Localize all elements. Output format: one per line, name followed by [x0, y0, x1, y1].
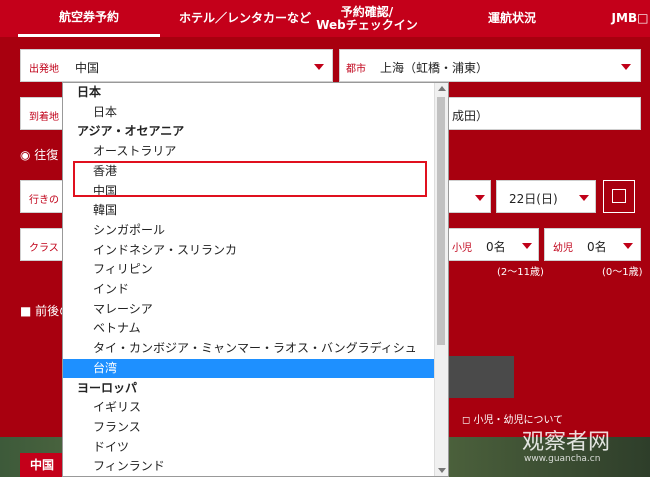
chevron-down-icon	[621, 64, 631, 70]
dropdown-option[interactable]: 日本	[63, 103, 448, 122]
dropdown-scrollbar[interactable]	[434, 83, 448, 476]
scroll-up-icon[interactable]	[438, 86, 446, 91]
top-tab-bar: 航空券予約 ホテル／レンタカーなど 予約確認/ Webチェックイン 運航状況 J…	[0, 0, 650, 37]
city-label: 都市	[346, 64, 366, 75]
bottom-badge: 中国	[20, 453, 64, 477]
highlight-annotation-box	[73, 161, 427, 197]
dropdown-option[interactable]: フィリピン	[63, 260, 448, 279]
city-value: 上海（虹橋・浦東）	[380, 61, 489, 75]
tab-hotel-rentacar[interactable]: ホテル／レンタカーなど	[160, 0, 330, 37]
dropdown-option[interactable]: ベトナム	[63, 319, 448, 338]
dropdown-option[interactable]: オーストラリア	[63, 142, 448, 161]
tab-flight-booking[interactable]: 航空券予約	[18, 0, 160, 37]
origin-label: 出発地	[29, 64, 59, 75]
dropdown-group-header: 日本	[77, 85, 102, 99]
watermark-sub: www.guancha.cn	[524, 454, 601, 464]
tab-flight-status[interactable]: 運航状況	[462, 0, 562, 37]
dropdown-group-header: ヨーロッパ	[77, 380, 138, 395]
outbound-day-select[interactable]: 22日(日)	[496, 180, 596, 213]
chevron-down-icon	[579, 195, 589, 201]
destination-label: 到着地	[29, 112, 59, 123]
tab-booking-checkin[interactable]: 予約確認/ Webチェックイン	[312, 0, 422, 37]
dropdown-option[interactable]: タイ・カンボジア・ミャンマー・ラオス・バングラディシュ	[63, 339, 448, 358]
dropdown-option[interactable]: マレーシア	[63, 300, 448, 319]
dropdown-option[interactable]: インドネシア・スリランカ	[63, 241, 448, 260]
watermark-main: 观察者网	[522, 430, 611, 455]
calendar-icon	[612, 189, 626, 203]
dropdown-option[interactable]: 韓国	[63, 201, 448, 220]
date-value: 22日(日)	[509, 192, 558, 206]
chevron-down-icon	[475, 195, 485, 201]
dropdown-option[interactable]: ドイツ	[63, 438, 448, 457]
scrollbar-thumb[interactable]	[437, 97, 445, 345]
infant-age-note: (0〜1歳)	[602, 267, 643, 278]
tab-label: ホテル／レンタカーなど	[178, 11, 311, 25]
dropdown-option[interactable]: シンガポール	[63, 221, 448, 240]
chevron-down-icon	[522, 243, 532, 249]
roundtrip-label: 往復	[34, 148, 59, 162]
dropdown-option[interactable]: フィンランド	[63, 457, 448, 476]
scroll-down-icon[interactable]	[438, 468, 446, 473]
dropdown-option[interactable]: 台湾	[63, 358, 448, 378]
tab-label-line1: 予約確認/	[340, 4, 394, 19]
infant-count-select[interactable]: 幼児 0名	[544, 228, 641, 261]
origin-select[interactable]: 出発地 中国	[20, 49, 333, 82]
dropdown-option[interactable]: フランス	[63, 418, 448, 437]
calendar-button[interactable]	[603, 180, 635, 213]
dropdown-option[interactable]: インド	[63, 280, 448, 299]
tab-label: 航空券予約	[58, 9, 119, 24]
dropdown-option[interactable]: イギリス	[63, 398, 448, 417]
class-label: クラス	[29, 243, 59, 254]
child-label: 小児	[452, 243, 472, 254]
city-select[interactable]: 都市 上海（虹橋・浦東）	[339, 49, 641, 82]
chevron-down-icon	[314, 64, 324, 70]
child-age-note: (2〜11歳)	[497, 267, 544, 278]
search-button[interactable]	[449, 356, 514, 398]
tab-jmb[interactable]: JMB□	[605, 0, 650, 37]
child-value: 0名	[486, 240, 506, 254]
origin-value: 中国	[75, 61, 100, 75]
tab-label-line2: Webチェックイン	[316, 17, 418, 32]
dropdown-group-header: アジア・オセアニア	[77, 124, 185, 139]
roundtrip-radio[interactable]: ◉ 往復	[20, 146, 58, 163]
country-dropdown-list[interactable]: 日本 日本 アジア・オセアニア オーストラリア 香港 中国 韓国 シンガポール インドネシア・ス…	[62, 82, 449, 477]
tab-label: JMB□	[611, 11, 649, 25]
tab-label: 運航状況	[487, 11, 536, 25]
infant-label: 幼児	[553, 243, 573, 254]
infant-value: 0名	[587, 240, 607, 254]
destination-city-value: 成田）	[452, 109, 489, 123]
outbound-label: 行きの	[29, 195, 59, 206]
chevron-down-icon	[623, 243, 633, 249]
